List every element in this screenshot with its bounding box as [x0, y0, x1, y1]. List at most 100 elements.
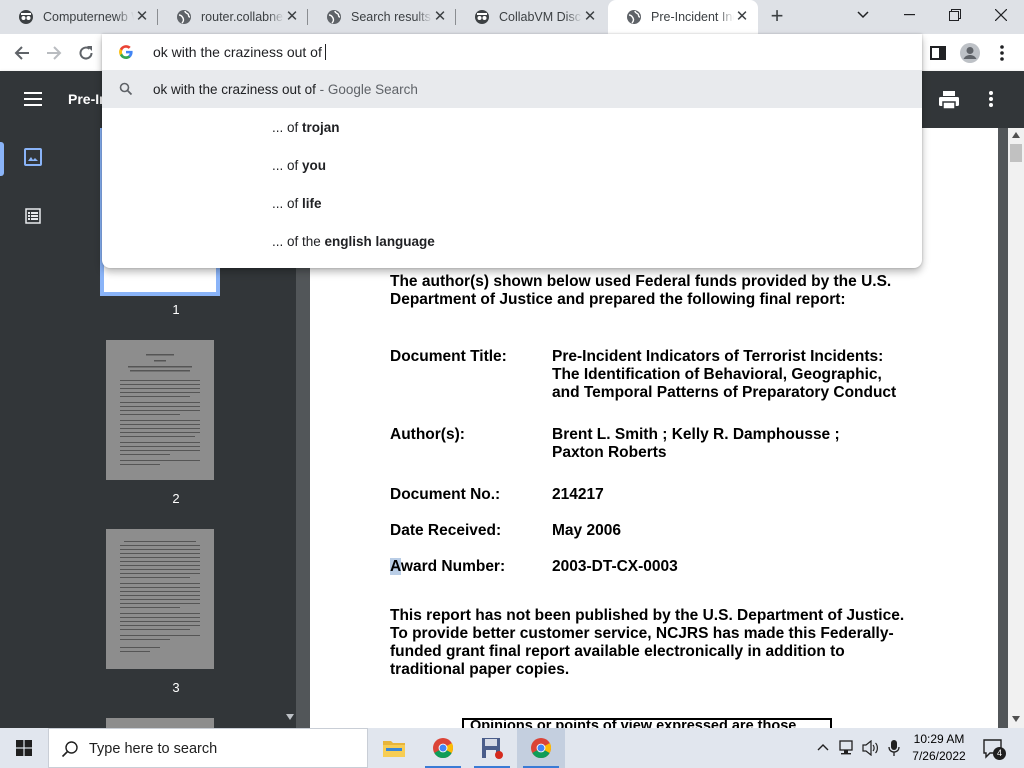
tab-collabvm-discord[interactable]: CollabVM Discord ✕: [456, 0, 606, 34]
tab-strip: Computernewb Wiki ✕ router.collabnet ✕ S…: [0, 0, 1024, 34]
document-title-value: and Temporal Patterns of Preparatory Con…: [552, 384, 897, 401]
clock[interactable]: 10:29 AM 7/26/2022: [900, 731, 978, 765]
reload-icon[interactable]: [72, 39, 100, 67]
opinion-box: Opinions or points of view expressed are…: [462, 718, 832, 728]
page-text-lines: [120, 354, 200, 465]
globe-icon: [176, 9, 192, 25]
suggestion-mid: f: [294, 195, 303, 211]
thumbnail-page-3[interactable]: [106, 529, 214, 669]
authors-value: Paxton Roberts: [552, 444, 667, 461]
notice-text: This report has not been published by th…: [390, 607, 905, 624]
profile-avatar-icon[interactable]: [956, 39, 984, 67]
suggestion-item[interactable]: ... of life: [102, 184, 922, 222]
suggestion-mid: f: [294, 119, 303, 135]
chevron-up-icon[interactable]: [817, 743, 829, 751]
close-icon[interactable]: ✕: [284, 9, 300, 25]
tab-title: router.collabnet: [201, 10, 284, 24]
print-icon[interactable]: [938, 89, 960, 111]
close-icon[interactable]: ✕: [134, 9, 150, 25]
suggestion-completion: english language: [324, 233, 435, 249]
diskette-app-icon[interactable]: [468, 728, 516, 768]
text-selection-highlight: A: [390, 558, 401, 575]
chrome-menu-icon[interactable]: [988, 39, 1016, 67]
award-number-value: 2003-DT-CX-0003: [552, 558, 678, 575]
suggestion-item[interactable]: ... of trojan: [102, 108, 922, 146]
opinion-text: Opinions or points of view expressed are…: [470, 718, 797, 728]
date-received-label: Date Received:: [390, 522, 502, 539]
thumbnail-view-icon[interactable]: [24, 148, 42, 171]
chrome-taskbar-icon[interactable]: [419, 728, 467, 768]
spy-icon: [474, 9, 490, 25]
windows-taskbar: Type here to search 10:29 AM 7/26/2022 4: [0, 728, 1024, 768]
suggestion-search[interactable]: ok with the craziness out of - Google Se…: [102, 70, 922, 108]
globe-icon: [326, 9, 342, 25]
search-placeholder: Type here to search: [89, 741, 218, 757]
network-icon[interactable]: [838, 740, 856, 756]
close-window-icon[interactable]: [978, 0, 1024, 30]
menu-icon[interactable]: [24, 91, 42, 107]
tab-pre-incident[interactable]: Pre-Incident Indicators ✕: [608, 0, 758, 34]
notice-text: funded grant final report available elec…: [390, 643, 845, 660]
start-button[interactable]: [0, 728, 48, 768]
document-title-label: Document Title:: [390, 348, 507, 365]
forward-arrow-icon[interactable]: [40, 39, 68, 67]
close-icon[interactable]: ✕: [432, 9, 448, 25]
file-explorer-icon[interactable]: [370, 728, 418, 768]
tab-search-results[interactable]: Search results for ✕: [308, 0, 456, 34]
suggestion-source: - Google Search: [315, 81, 418, 97]
close-icon[interactable]: ✕: [734, 9, 750, 25]
scroll-up-arrow-icon[interactable]: [1012, 132, 1020, 138]
document-number-label: Document No.:: [390, 486, 501, 503]
clock-time: 10:29 AM: [913, 732, 965, 746]
date-received-value: May 2006: [552, 522, 621, 539]
volume-icon[interactable]: [862, 740, 880, 756]
notification-center-button[interactable]: 4: [982, 738, 1006, 760]
omnibox-input[interactable]: ok with the craziness out of: [102, 34, 922, 70]
google-g-icon: [119, 45, 133, 59]
tab-title: Search results for: [351, 10, 432, 24]
suggestion-item[interactable]: ... of the english language: [102, 222, 922, 260]
scroll-down-arrow-icon[interactable]: [1012, 716, 1020, 722]
page-text-lines: [120, 541, 200, 652]
suggestion-lead: ... o: [272, 157, 295, 173]
taskbar-search-box[interactable]: Type here to search: [48, 728, 368, 768]
document-number-value: 214217: [552, 486, 604, 503]
thumbnail-page-4[interactable]: [106, 718, 214, 728]
omnibox-text: ok with the craziness out of: [153, 44, 326, 60]
chrome-active-taskbar-icon[interactable]: [517, 728, 565, 768]
globe-icon: [626, 9, 642, 25]
minimize-icon[interactable]: [886, 0, 932, 30]
viewer-scrollbar[interactable]: [1008, 128, 1024, 728]
suggestion-lead: ... o: [272, 233, 295, 249]
omnibox-dropdown: ok with the craziness out of ok with the…: [102, 34, 922, 268]
tab-computernewb[interactable]: Computernewb Wiki ✕: [0, 0, 158, 34]
authors-label: Author(s):: [390, 426, 465, 443]
scroll-down-arrow-icon[interactable]: [286, 714, 294, 720]
thumbnail-label: 1: [172, 302, 180, 317]
notice-text: traditional paper copies.: [390, 661, 570, 678]
thumbnail-page-2[interactable]: [106, 340, 214, 480]
pdf-side-rail: [0, 128, 68, 728]
document-title-value: The Identification of Behavioral, Geogra…: [552, 366, 882, 383]
restore-icon[interactable]: [932, 0, 978, 30]
outline-view-icon[interactable]: [25, 208, 41, 229]
tab-title: Computernewb Wiki: [43, 10, 134, 24]
back-arrow-icon[interactable]: [8, 39, 36, 67]
suggestion-item[interactable]: ... of you: [102, 146, 922, 184]
suggestion-completion: you: [302, 157, 327, 173]
suggestion-text: ... of life: [272, 196, 322, 211]
tab-router[interactable]: router.collabnet ✕: [158, 0, 308, 34]
browser-window: Computernewb Wiki ✕ router.collabnet ✕ S…: [0, 0, 1024, 768]
suggestion-completion: life: [302, 195, 322, 211]
search-icon: [119, 82, 133, 96]
suggestion-lead: ... o: [272, 195, 295, 211]
scrollbar-thumb[interactable]: [1010, 144, 1022, 162]
tab-search-chevron-icon[interactable]: [840, 0, 886, 30]
close-icon[interactable]: ✕: [582, 9, 598, 25]
suggestion-text: ok with the craziness out of - Google Se…: [153, 82, 418, 97]
suggestion-text: ... of the english language: [272, 234, 435, 249]
more-options-icon[interactable]: [984, 90, 998, 108]
side-panel-icon[interactable]: [924, 39, 952, 67]
microphone-icon[interactable]: [888, 739, 900, 757]
new-tab-button[interactable]: +: [764, 4, 790, 30]
